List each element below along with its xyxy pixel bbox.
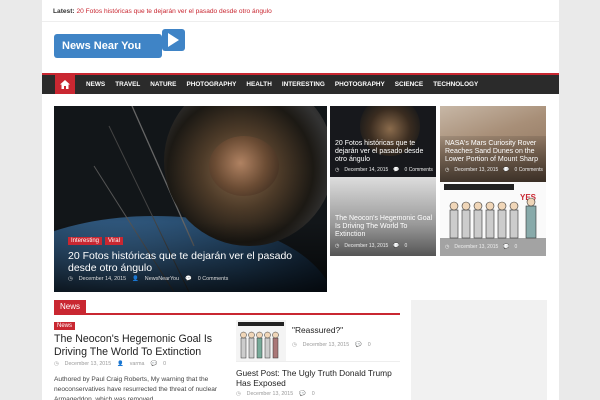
site-logo[interactable]: News Near You xyxy=(54,29,185,61)
article3-meta: ◷ December 13, 2015 💬 0 xyxy=(236,391,400,397)
hero-date[interactable]: December 14, 2015 xyxy=(79,276,126,282)
nav-item-science[interactable]: SCIENCE xyxy=(390,81,428,88)
nav-item-photography-2[interactable]: PHOTOGRAPHY xyxy=(330,81,390,88)
comment-icon: 💬 xyxy=(503,244,510,250)
article1-author[interactable]: varma xyxy=(130,361,145,367)
astronaut-face-image xyxy=(209,136,279,196)
news-section-header: News xyxy=(54,300,400,315)
clock-icon: ◷ xyxy=(68,276,73,282)
main-nav: NEWS TRAVEL NATURE PHOTOGRAPHY HEALTH IN… xyxy=(42,73,559,94)
user-icon: 👤 xyxy=(117,361,124,367)
comment-icon: 💬 xyxy=(393,167,400,173)
article1-title[interactable]: The Neocon's Hegemonic Goal Is Driving T… xyxy=(54,333,222,358)
latest-label: Latest: xyxy=(53,8,75,15)
tile3-date[interactable]: December 13, 2015 xyxy=(344,243,388,249)
hero-author[interactable]: NewsNearYou xyxy=(145,276,179,282)
article1-excerpt: Authored by Paul Craig Roberts, My warni… xyxy=(54,376,218,400)
page: Latest: 20 Fotos históricas que te dejar… xyxy=(42,0,559,400)
nav-item-photography[interactable]: PHOTOGRAPHY xyxy=(181,81,241,88)
hero-tags: Interesting Viral xyxy=(68,237,123,245)
lead-article: News The Neocon's Hegemonic Goal Is Driv… xyxy=(54,322,222,400)
article3-title[interactable]: Guest Post: The Ugly Truth Donald Trump … xyxy=(236,368,400,388)
article2-comments[interactable]: 0 xyxy=(368,342,371,348)
nav-item-technology[interactable]: TECHNOLOGY xyxy=(428,81,483,88)
news-section-label[interactable]: News xyxy=(54,300,87,313)
article2-thumb xyxy=(236,320,286,361)
latest-bar: Latest: 20 Fotos históricas que te dejar… xyxy=(42,0,559,22)
nav-item-health[interactable]: HEALTH xyxy=(241,81,276,88)
clock-icon: ◷ xyxy=(335,167,340,173)
hero-post[interactable]: Interesting Viral 20 Fotos históricas qu… xyxy=(54,106,327,292)
side-article-2[interactable]: Guest Post: The Ugly Truth Donald Trump … xyxy=(236,368,400,397)
tile3-meta: ◷ December 13, 2015 💬 0 xyxy=(335,243,407,249)
tile1-meta: ◷ December 14, 2015 💬 0 Comments xyxy=(335,167,433,173)
comment-icon: 💬 xyxy=(355,342,362,348)
nav-item-travel[interactable]: TRAVEL xyxy=(110,81,145,88)
tile4-comments[interactable]: 0 xyxy=(515,244,518,250)
sidebar-widget xyxy=(411,300,547,400)
comment-icon: 💬 xyxy=(150,361,158,367)
article2-meta: ◷ December 13, 2015 💬 0 xyxy=(292,342,371,348)
clock-icon: ◷ xyxy=(335,243,340,249)
clock-icon: ◷ xyxy=(54,361,59,367)
hero-title[interactable]: 20 Fotos históricas que te dejarán ver e… xyxy=(68,250,318,274)
comment-icon: 💬 xyxy=(299,391,306,397)
side-article-1[interactable]: "Reassured?" ◷ December 13, 2015 💬 0 xyxy=(236,320,400,362)
tile4-date[interactable]: December 13, 2015 xyxy=(454,244,498,250)
hero-meta: ◷ December 14, 2015 👤 NewsNearYou 💬 0 Comme… xyxy=(68,276,228,282)
home-icon[interactable] xyxy=(55,75,75,94)
nav-item-news[interactable]: NEWS xyxy=(81,81,110,88)
featured-tile-1[interactable]: 20 Fotos históricas que te dejarán ver e… xyxy=(330,106,436,185)
featured-tile-2[interactable]: NASA's Mars Curiosity Rover Reaches Sand… xyxy=(440,106,546,185)
nav-item-interesting[interactable]: INTERESTING xyxy=(277,81,330,88)
clock-icon: ◷ xyxy=(292,342,297,348)
tag-interesting[interactable]: Interesting xyxy=(68,237,103,245)
nav-item-nature[interactable]: NATURE xyxy=(145,81,181,88)
article3-date[interactable]: December 13, 2015 xyxy=(247,391,294,397)
article2-title[interactable]: "Reassured?" xyxy=(292,325,343,335)
article2-date[interactable]: December 13, 2015 xyxy=(303,342,350,348)
tile2-comments[interactable]: 0 Comments xyxy=(515,167,543,173)
featured-tile-4[interactable]: YES ◷ December 13, 2015 💬 0 xyxy=(440,182,546,256)
hero-comments[interactable]: 0 Comments xyxy=(198,276,229,282)
article1-date[interactable]: December 13, 2015 xyxy=(65,361,112,367)
tile4-meta: ◷ December 13, 2015 💬 0 xyxy=(445,244,517,250)
article1-meta: ◷ December 13, 2015 👤 varma 💬 0 xyxy=(54,361,222,367)
tile2-title[interactable]: NASA's Mars Curiosity Rover Reaches Sand… xyxy=(445,140,545,164)
tag-viral[interactable]: Viral xyxy=(105,237,123,245)
comment-icon: 💬 xyxy=(393,243,400,249)
comment-icon: 💬 xyxy=(503,167,510,173)
tile1-title[interactable]: 20 Fotos históricas que te dejarán ver e… xyxy=(335,140,435,164)
play-icon xyxy=(162,29,185,51)
tile2-meta: ◷ December 13, 2015 💬 0 Comments xyxy=(445,167,543,173)
comment-icon: 💬 xyxy=(185,276,192,282)
featured-tile-3[interactable]: The Neocon's Hegemonic Goal Is Driving T… xyxy=(330,177,436,256)
logo-text: News Near You xyxy=(54,34,162,58)
article1-tag[interactable]: News xyxy=(54,322,76,330)
tile2-date[interactable]: December 13, 2015 xyxy=(454,167,498,173)
latest-link[interactable]: 20 Fotos históricas que te dejarán ver e… xyxy=(76,8,271,15)
clock-icon: ◷ xyxy=(445,167,450,173)
user-icon: 👤 xyxy=(132,276,139,282)
clock-icon: ◷ xyxy=(236,391,241,397)
clock-icon: ◷ xyxy=(445,244,450,250)
article1-comments[interactable]: 0 xyxy=(163,361,166,367)
tile3-title[interactable]: The Neocon's Hegemonic Goal Is Driving T… xyxy=(335,215,435,239)
tile1-comments[interactable]: 0 Comments xyxy=(405,167,433,173)
tile3-comments[interactable]: 0 xyxy=(405,243,408,249)
article3-comments[interactable]: 0 xyxy=(312,391,315,397)
tile1-date[interactable]: December 14, 2015 xyxy=(344,167,388,173)
